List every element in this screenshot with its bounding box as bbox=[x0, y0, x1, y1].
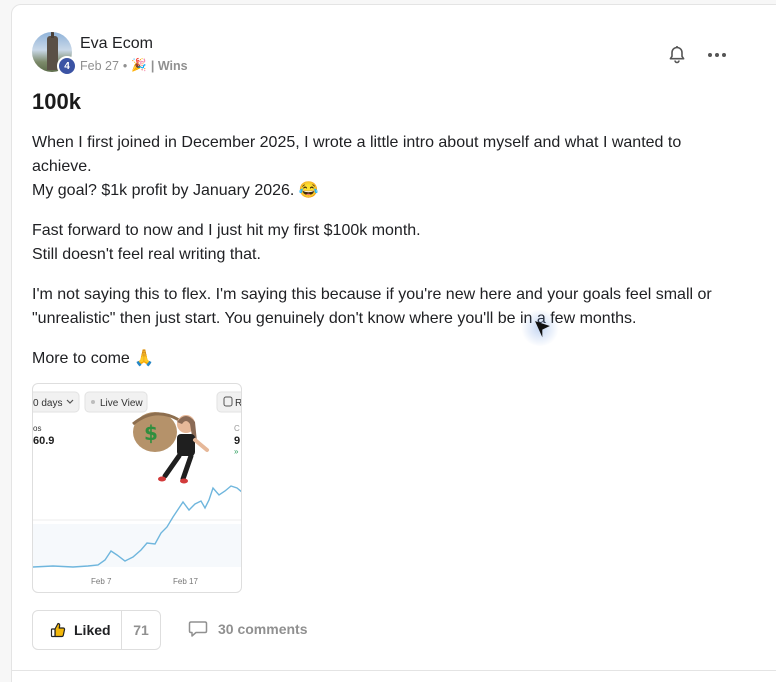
attachment-thumbnail[interactable]: 0 days Live View R os 60.9 C 9 » Feb 7 F… bbox=[32, 383, 242, 593]
comments-button[interactable]: 30 comments bbox=[188, 620, 307, 638]
paragraph-2: Fast forward to now and I just hit my fi… bbox=[32, 219, 722, 267]
analytics-screenshot: 0 days Live View R os 60.9 C 9 » Feb 7 F… bbox=[33, 391, 242, 586]
svg-text:»: » bbox=[234, 447, 239, 456]
avatar-spire bbox=[51, 32, 54, 38]
metric-label: os bbox=[33, 424, 41, 433]
right-metric-value: 9 bbox=[234, 435, 240, 447]
level-badge: 4 bbox=[57, 56, 77, 76]
comment-icon bbox=[188, 621, 208, 637]
post-body: When I first joined in December 2025, I … bbox=[32, 131, 722, 387]
like-count[interactable]: 71 bbox=[122, 622, 160, 638]
category-emoji: 🎉 bbox=[131, 58, 147, 72]
svg-text:$: $ bbox=[144, 421, 158, 445]
x-tick-feb17: Feb 17 bbox=[173, 577, 198, 586]
post-title: 100k bbox=[32, 89, 81, 114]
x-tick-feb7: Feb 7 bbox=[91, 577, 112, 586]
paragraph-2-line-2: Still doesn't feel real writing that. bbox=[32, 246, 261, 263]
post-meta: Feb 27 • 🎉 | Wins bbox=[80, 58, 188, 73]
paragraph-2-line-1: Fast forward to now and I just hit my fi… bbox=[32, 222, 421, 239]
metric-value: 60.9 bbox=[33, 435, 54, 447]
liked-label: Liked bbox=[74, 622, 111, 638]
liked-button[interactable]: Liked bbox=[33, 622, 121, 638]
live-view-label: Live View bbox=[100, 398, 143, 409]
right-metric-label: C bbox=[234, 424, 240, 433]
bell-icon[interactable] bbox=[666, 44, 688, 66]
bottom-divider bbox=[11, 670, 776, 671]
paragraph-1-line-1: When I first joined in December 2025, I … bbox=[32, 134, 682, 175]
paragraph-3-line-1: I'm not saying this to flex. I'm saying … bbox=[32, 286, 712, 327]
category-link[interactable]: | Wins bbox=[151, 59, 188, 73]
meta-separator: • bbox=[122, 58, 128, 73]
paragraph-1: When I first joined in December 2025, I … bbox=[32, 131, 722, 203]
comments-label: 30 comments bbox=[218, 621, 308, 637]
more-options-icon[interactable] bbox=[706, 44, 728, 66]
paragraph-4-line-1: More to come 🙏 bbox=[32, 350, 155, 367]
paragraph-3: I'm not saying this to flex. I'm saying … bbox=[32, 283, 722, 331]
range-dropdown: 0 days bbox=[33, 398, 62, 409]
post-date: Feb 27 bbox=[80, 58, 119, 73]
paragraph-4: More to come 🙏 bbox=[32, 347, 722, 371]
liked-button-group: Liked 71 bbox=[32, 610, 161, 650]
cursor-icon bbox=[528, 316, 552, 340]
paragraph-1-line-2: My goal? $1k profit by January 2026. 😂 bbox=[32, 182, 319, 199]
money-bag-sticker: $ bbox=[132, 412, 209, 484]
thumbs-up-icon bbox=[50, 622, 66, 638]
author-name[interactable]: Eva Ecom bbox=[80, 35, 153, 53]
right-label: R bbox=[235, 398, 242, 409]
